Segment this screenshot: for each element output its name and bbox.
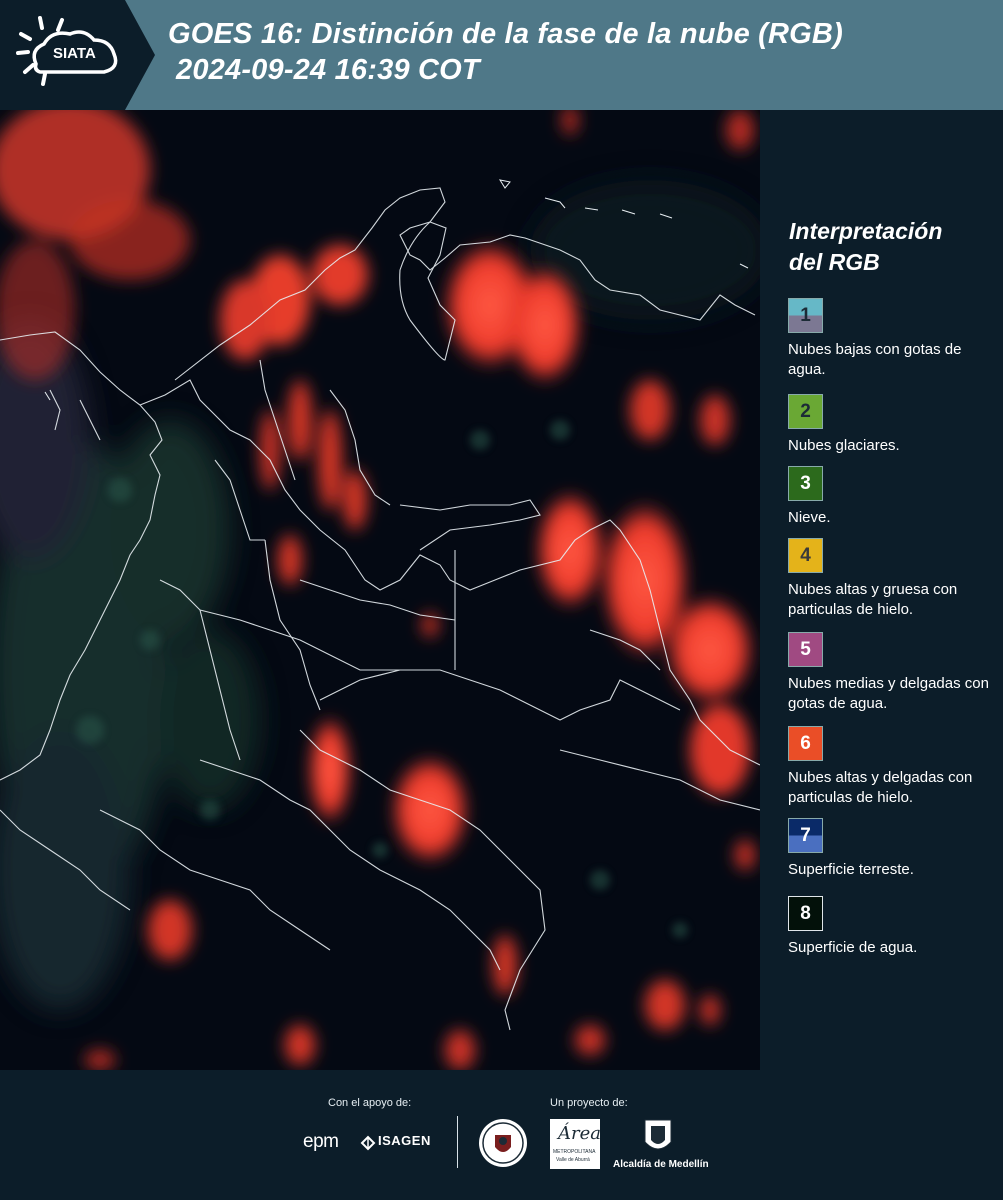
legend-swatch-7: 7 xyxy=(788,818,823,853)
legend-swatch-8: 8 xyxy=(788,896,823,931)
legend-desc-4: Nubes altas y gruesa con particulas de h… xyxy=(788,581,958,618)
legend-title: Interpretación del RGB xyxy=(789,218,943,275)
legend-swatch-3: 3 xyxy=(788,466,823,501)
siata-logo: SIATA xyxy=(0,0,155,110)
legend-item-5: 5 Nubes medias y delgadas con gotas de a… xyxy=(788,632,1000,714)
legend-item-3: 3 Nieve. xyxy=(788,466,1000,528)
alcaldia-text: Alcaldía de Medellín xyxy=(613,1159,709,1170)
alcaldia-shield-icon xyxy=(644,1119,672,1150)
legend-desc-3: Nieve. xyxy=(788,509,831,526)
header: SIATA GOES 16: Distinción de la fase de … xyxy=(0,0,1003,110)
satellite-map[interactable] xyxy=(0,110,760,1070)
legend-item-8: 8 Superficie de agua. xyxy=(788,896,1000,958)
page-title: GOES 16: Distinción de la fase de la nub… xyxy=(168,16,843,88)
legend-swatch-4: 4 xyxy=(788,538,823,573)
area-metropolitana-logo: Área METROPOLITANA Valle de Aburrá xyxy=(550,1119,601,1169)
legend-item-7: 7 Superficie terreste. xyxy=(788,818,1000,880)
project-label: Un proyecto de: xyxy=(550,1097,628,1109)
footer-divider xyxy=(457,1116,458,1168)
support-label: Con el apoyo de: xyxy=(328,1097,412,1109)
legend-swatch-2: 2 xyxy=(788,394,823,429)
legend-desc-8: Superficie de agua. xyxy=(788,939,918,956)
legend-swatch-1: 1 xyxy=(788,298,823,333)
legend-panel: Interpretación del RGB 1 Nubes bajas con… xyxy=(760,110,1003,1070)
seal-logo xyxy=(479,1119,527,1167)
legend-desc-6: Nubes altas y delgadas con particulas de… xyxy=(788,769,973,806)
legend-desc-7: Superficie terreste. xyxy=(788,861,914,878)
epm-logo: epm xyxy=(303,1131,339,1152)
legend-item-6: 6 Nubes altas y delgadas con particulas … xyxy=(788,726,1000,808)
footer: Con el apoyo de: Un proyecto de: epm ISA… xyxy=(0,1070,1003,1200)
legend-desc-2: Nubes glaciares. xyxy=(788,437,900,454)
legend-swatch-6: 6 xyxy=(788,726,823,761)
isagen-logo: ISAGEN xyxy=(360,1133,440,1153)
satellite-image xyxy=(0,110,760,1070)
title-line-1: GOES 16: Distinción de la fase de la nub… xyxy=(168,18,843,50)
siata-logo-text: SIATA xyxy=(53,45,96,62)
title-line-2: 2024-09-24 16:39 COT xyxy=(176,54,480,86)
legend-item-2: 2 Nubes glaciares. xyxy=(788,394,1000,456)
legend-swatch-5: 5 xyxy=(788,632,823,667)
legend-item-1: 1 Nubes bajas con gotas de agua. xyxy=(788,298,1000,380)
legend-item-4: 4 Nubes altas y gruesa con particulas de… xyxy=(788,538,1000,620)
isagen-icon xyxy=(360,1135,376,1151)
legend-desc-5: Nubes medias y delgadas con gotas de agu… xyxy=(788,675,989,712)
legend-desc-1: Nubes bajas con gotas de agua. xyxy=(788,341,962,378)
